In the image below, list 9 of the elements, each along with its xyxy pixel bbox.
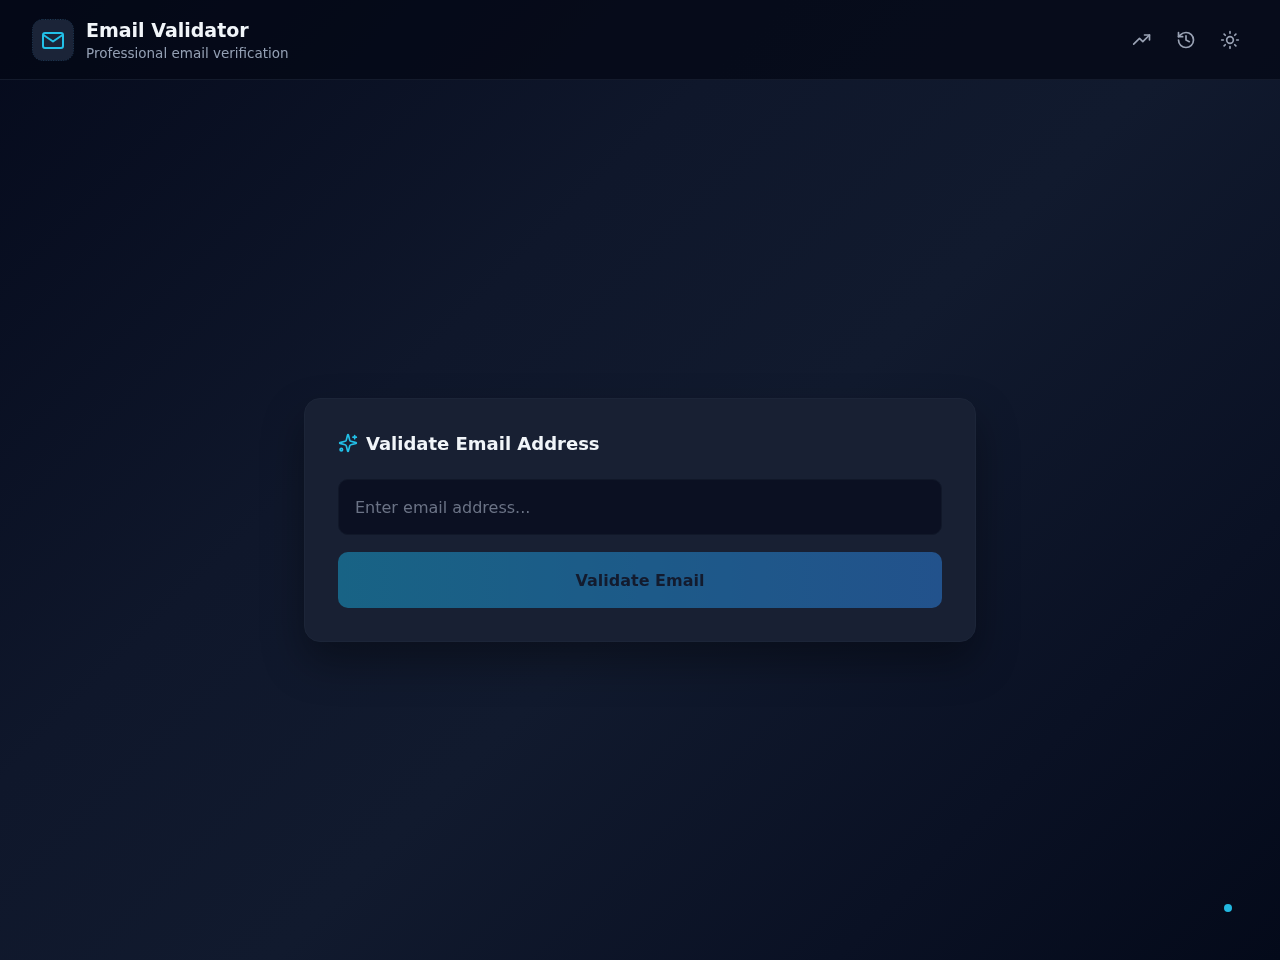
email-input-field[interactable]: Enter email address...: [338, 479, 942, 535]
card-title: Validate Email Address: [366, 432, 600, 454]
app-subtitle: Professional email verification: [86, 43, 289, 62]
app-title: Email Validator: [86, 17, 250, 42]
envelope-logo-icon: [32, 18, 74, 61]
history-icon[interactable]: [1176, 29, 1196, 50]
status-dot-icon: [1224, 904, 1232, 912]
sun-icon[interactable]: [1220, 29, 1240, 50]
sparkle-icon: [338, 433, 358, 453]
